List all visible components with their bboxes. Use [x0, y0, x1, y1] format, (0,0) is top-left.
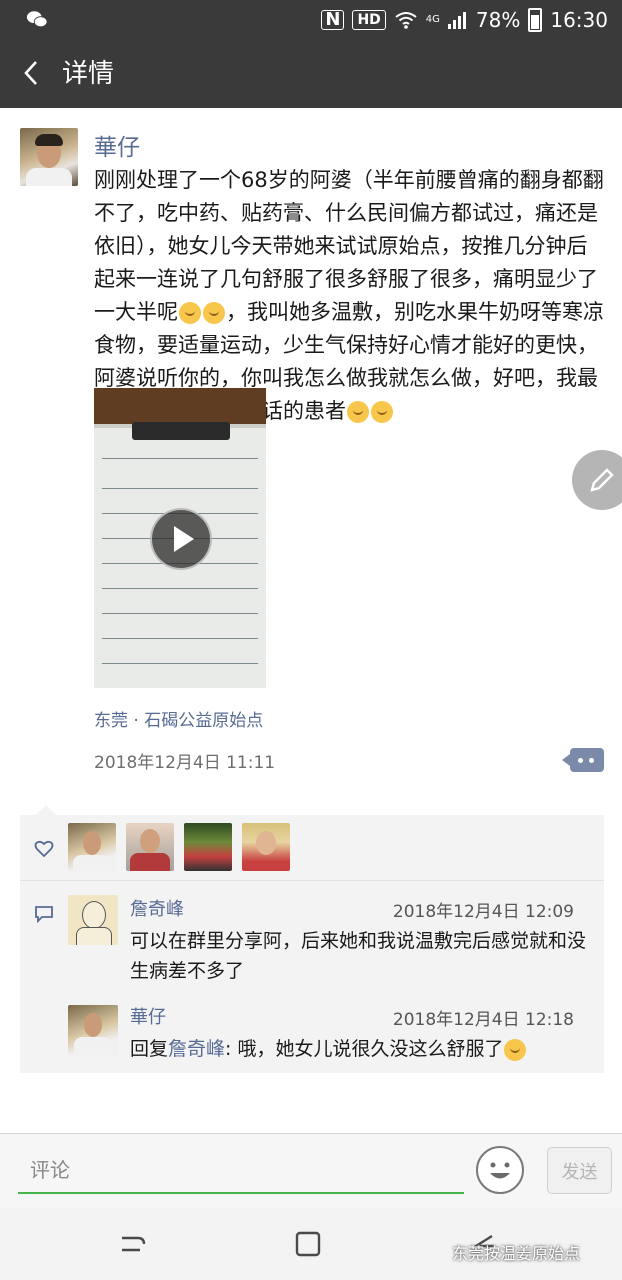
watermark-text: 东莞按温姜原始点 [452, 1244, 581, 1263]
smiley-icon [490, 1162, 510, 1179]
video-thumbnail[interactable] [94, 388, 266, 688]
comment-input[interactable] [18, 1148, 464, 1194]
commenter-avatar[interactable] [68, 895, 118, 945]
liker-avatar[interactable] [126, 823, 174, 871]
post-location[interactable]: 东莞 · 石碣公益原始点 [94, 706, 263, 731]
comment-text: 回复詹奇峰: 哦，她女儿说很久没这么舒服了 [130, 1034, 590, 1064]
page-title: 详情 [62, 59, 115, 89]
commenter-avatar[interactable] [68, 1005, 118, 1055]
nfc-icon: N [321, 10, 345, 30]
hd-badge: HD [352, 10, 386, 30]
reply-text: : 哦，她女儿说很久没这么舒服了 [225, 1038, 504, 1060]
play-icon[interactable] [150, 508, 212, 570]
thinking-emoji-icon [347, 401, 369, 423]
comment-text: 可以在群里分享阿，后来她和我说温敷完后感觉就和没生病差不多了 [130, 930, 587, 982]
battery-icon [528, 8, 543, 32]
commenter-name[interactable]: 詹奇峰 [130, 895, 184, 921]
reply-prefix: 回复 [130, 1038, 169, 1060]
comment-time: 2018年12月4日 12:18 [392, 1010, 574, 1030]
pencil-icon [590, 468, 614, 492]
recent-apps-icon[interactable] [118, 1228, 150, 1260]
liker-avatar[interactable] [184, 823, 232, 871]
comment-menu-button[interactable] [562, 748, 604, 772]
liker-avatar[interactable] [242, 823, 290, 871]
back-arrow-icon[interactable] [18, 58, 48, 88]
home-icon[interactable] [292, 1228, 324, 1260]
author-avatar[interactable] [20, 128, 78, 186]
laughing-tears-emoji-icon [179, 302, 201, 324]
comment-input-bar: 发送 [0, 1133, 622, 1209]
status-bar: N HD 4G 78% 16:30 [0, 0, 622, 40]
clock: 16:30 [550, 8, 608, 32]
likes-comments-panel: 詹奇峰 2018年12月4日 12:09 可以在群里分享阿，后来她和我说温敷完后… [20, 805, 604, 1073]
post-author-name[interactable]: 華仔 [94, 128, 140, 162]
wechat-icon [26, 11, 48, 28]
network-type: 4G [425, 14, 440, 25]
post-timestamp: 2018年12月4日 11:11 [94, 753, 276, 773]
title-bar: 详情 [0, 40, 622, 108]
commenter-name[interactable]: 華仔 [130, 1003, 166, 1029]
laughing-tears-emoji-icon [203, 302, 225, 324]
heart-icon [34, 840, 54, 858]
emoji-button[interactable] [476, 1146, 524, 1194]
edit-fab-button[interactable] [572, 450, 622, 510]
liker-avatar[interactable] [68, 823, 116, 871]
signal-icon [447, 12, 466, 29]
video-frame-top [94, 388, 266, 424]
thinking-emoji-icon [371, 401, 393, 423]
send-button[interactable]: 发送 [547, 1147, 612, 1194]
wifi-icon [395, 12, 417, 29]
battery-percent: 78% [475, 8, 521, 32]
thinking-emoji-icon [504, 1038, 527, 1061]
comment-bubble-icon [35, 906, 53, 923]
clipboard-clip [132, 422, 230, 440]
comment-time: 2018年12月4日 12:09 [392, 902, 574, 922]
reply-to-name[interactable]: 詹奇峰 [168, 1038, 225, 1060]
divider [20, 880, 604, 881]
